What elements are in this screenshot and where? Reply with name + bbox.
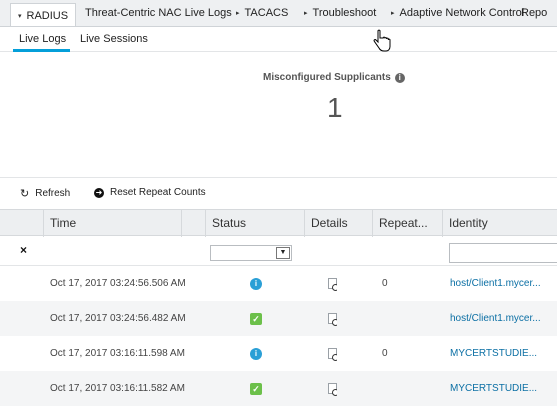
clear-filters-icon[interactable]: × [20,243,27,257]
details-cell [328,266,337,301]
tab-adaptive-network-control[interactable]: ▸ Adaptive Network Control [383,0,524,26]
repeat-cell: 0 [382,278,388,289]
refresh-button[interactable]: ↻ Refresh [20,187,70,200]
subtab-live-sessions[interactable]: Live Sessions [80,33,148,45]
tab-troubleshoot[interactable]: ▸ Troubleshoot [296,0,383,26]
column-header-status[interactable]: Status [205,210,304,237]
top-nav: ▾ RADIUS Threat-Centric NAC Live Logs ▸ … [0,0,557,27]
status-cell: i [250,336,262,371]
info-status-icon[interactable]: i [250,347,262,360]
table-row[interactable]: Oct 17, 2017 03:24:56.482 AM ✓ host/Clie… [0,301,557,336]
time-cell: Oct 17, 2017 03:16:11.598 AM [50,348,185,359]
chevron-right-icon: ▸ [391,10,395,17]
status-cell: ✓ [250,301,262,336]
hand-cursor-icon [373,29,391,52]
tab-repo[interactable]: Repo [521,0,555,26]
details-magnifier-icon[interactable] [328,313,337,326]
column-header-details[interactable]: Details [304,210,372,237]
details-magnifier-icon[interactable] [328,383,337,396]
details-cell [328,301,337,336]
misconfigured-supplicants-heading: Misconfigured Supplicants i [263,72,405,83]
details-magnifier-icon[interactable] [328,278,337,291]
identity-cell[interactable]: host/Client1.mycer... [450,301,557,336]
chevron-right-icon: ▸ [304,10,308,17]
reset-repeat-counts-button[interactable]: ➜ Reset Repeat Counts [94,187,206,198]
status-filter-select[interactable]: ▼ [210,245,292,261]
table-row[interactable]: Oct 17, 2017 03:16:11.598 AM i 0 MYCERTS… [0,336,557,371]
identity-cell[interactable]: host/Client1.mycer... [450,266,557,301]
repeat-cell: 0 [382,348,388,359]
subtab-live-logs[interactable]: Live Logs [19,33,66,45]
status-cell: ✓ [250,371,262,406]
table-row[interactable]: Oct 17, 2017 03:16:11.582 AM ✓ MYCERTSTU… [0,371,557,406]
column-header-select [0,210,43,237]
tab-label: TACACS [244,7,289,19]
chevron-down-icon[interactable]: ▼ [276,247,290,259]
chevron-right-icon: ▸ [236,10,240,17]
refresh-label: Refresh [35,188,71,199]
info-icon[interactable]: i [394,72,405,83]
time-cell: Oct 17, 2017 03:24:56.482 AM [50,313,186,324]
identity-cell[interactable]: MYCERTSTUDIE... [450,371,557,406]
success-check-icon[interactable]: ✓ [250,312,262,325]
identity-filter-input[interactable] [449,243,557,263]
time-cell: Oct 17, 2017 03:16:11.582 AM [50,383,185,394]
column-header-time[interactable]: Time [43,210,181,237]
column-header-repeat[interactable]: Repeat... [372,210,442,237]
filter-row: × ▼ [0,237,557,266]
arrow-right-circle-icon: ➜ [94,187,104,198]
divider [0,177,557,178]
column-header-identity[interactable]: Identity [442,210,557,237]
reset-repeat-counts-label: Reset Repeat Counts [110,187,206,198]
misconfigured-supplicants-count[interactable]: 1 [327,92,343,124]
status-cell: i [250,266,262,301]
refresh-icon: ↻ [20,188,30,200]
tab-label: Repo [521,7,548,19]
table-row[interactable]: Oct 17, 2017 03:24:56.506 AM i 0 host/Cl… [0,266,557,301]
info-status-icon[interactable]: i [250,277,262,290]
time-cell: Oct 17, 2017 03:24:56.506 AM [50,278,186,289]
details-cell [328,336,337,371]
active-tab-indicator [13,49,70,52]
details-cell [328,371,337,406]
tab-label: Troubleshoot [312,7,377,19]
details-magnifier-icon[interactable] [328,348,337,361]
success-check-icon[interactable]: ✓ [250,382,262,395]
chevron-down-icon: ▾ [18,12,22,20]
tab-radius[interactable]: ▾ RADIUS [10,3,76,26]
table-header: Time Status Details Repeat... Identity [0,209,557,237]
tab-threat-centric-nac-live-logs[interactable]: Threat-Centric NAC Live Logs [76,0,232,26]
tab-label: Threat-Centric NAC Live Logs [85,7,232,19]
tab-tacacs[interactable]: ▸ TACACS [228,0,296,26]
misconfigured-supplicants-label: Misconfigured Supplicants [263,72,391,83]
tab-label: Adaptive Network Control [399,7,525,19]
column-header-spacer [181,210,205,237]
sub-nav: Live Logs Live Sessions [0,27,557,52]
tab-label: RADIUS [26,9,69,22]
identity-cell[interactable]: MYCERTSTUDIE... [450,336,557,371]
